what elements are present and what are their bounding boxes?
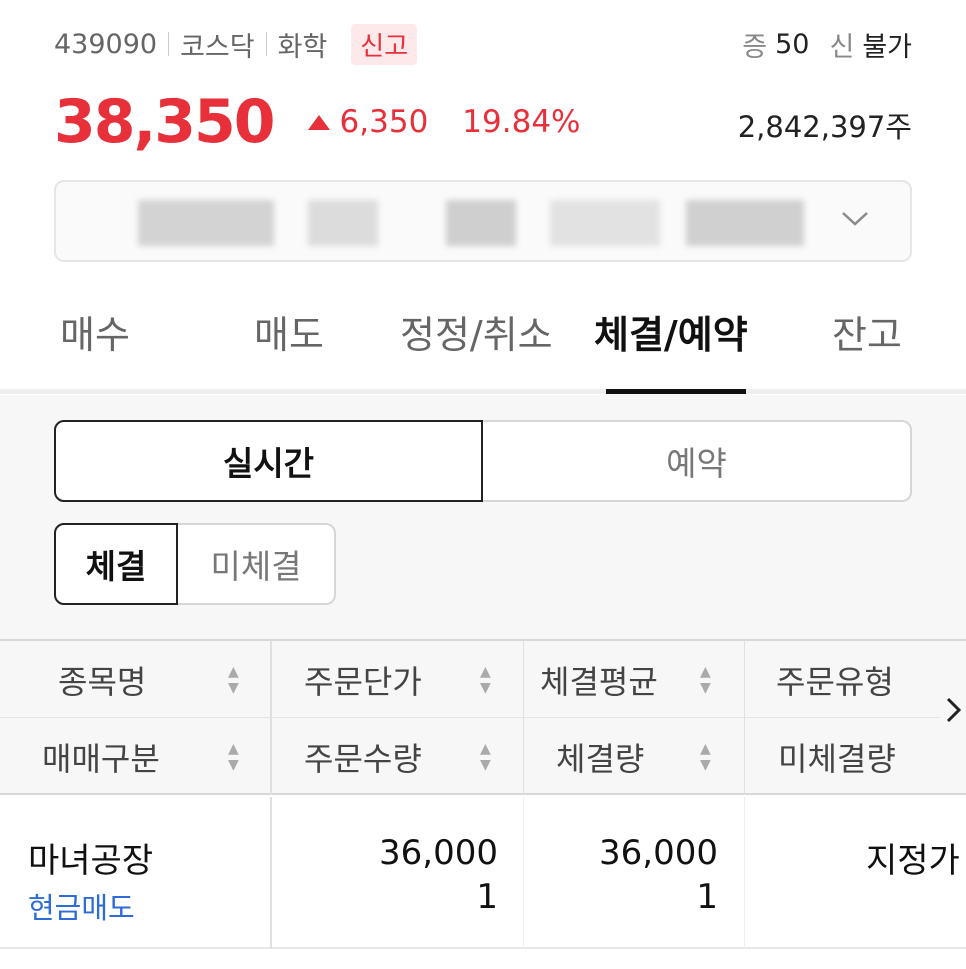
sort-icon[interactable]: ▲ ▼ bbox=[700, 641, 711, 718]
order-tabs: 매수 매도 정정/취소 체결/예약 잔고 bbox=[0, 290, 966, 394]
tab-balance[interactable]: 잔고 bbox=[832, 304, 902, 359]
fill-toggle: 체결 미체결 bbox=[54, 523, 336, 605]
col-unfilled-qty: 미체결량 bbox=[778, 739, 896, 778]
sort-icon[interactable]: ▲ ▼ bbox=[228, 641, 239, 718]
sort-icon[interactable]: ▲ ▼ bbox=[228, 718, 239, 795]
cell-order-price: 36,000 bbox=[379, 833, 498, 873]
credit-value: 불가 bbox=[862, 31, 912, 63]
col-fill-qty[interactable]: 체결량 bbox=[556, 718, 644, 795]
blurred-account-text bbox=[138, 200, 274, 246]
sector-name: 화학 bbox=[277, 31, 328, 63]
cell-order-qty: 1 bbox=[476, 877, 498, 917]
up-triangle-icon bbox=[307, 114, 330, 130]
table-row[interactable]: 마녀공장 현금매도 36,000 1 36,000 1 지정가 bbox=[0, 797, 966, 949]
chevron-down-icon[interactable] bbox=[840, 206, 870, 236]
col-order-price[interactable]: 주문단가 bbox=[304, 641, 422, 718]
cell-fill-qty: 1 bbox=[696, 877, 718, 917]
mode-toggle: 실시간 예약 bbox=[54, 420, 912, 502]
tab-modify-cancel[interactable]: 정정/취소 bbox=[400, 304, 553, 359]
price-change: 6,350 bbox=[307, 104, 429, 140]
cell-order-type: 지정가 bbox=[866, 841, 960, 881]
market-name: 코스닥 bbox=[180, 31, 255, 63]
sort-icon[interactable]: ▲ ▼ bbox=[480, 641, 491, 718]
col-order-qty[interactable]: 주문수량 bbox=[304, 718, 422, 795]
sort-icon[interactable]: ▲ ▼ bbox=[480, 718, 491, 795]
column-divider bbox=[523, 641, 524, 795]
blurred-account-text bbox=[686, 200, 804, 246]
divider bbox=[168, 32, 170, 56]
blurred-account-text bbox=[550, 200, 660, 246]
column-divider bbox=[744, 797, 745, 949]
table-header: 종목명 ▲ ▼ 주문단가 ▲ ▼ 체결평균 ▲ ▼ 주문유형 매매구분 ▲ ▼ 주문수량… bbox=[0, 639, 966, 795]
column-divider bbox=[270, 797, 272, 949]
trade-volume: 2,842,397주 bbox=[737, 110, 912, 144]
column-divider bbox=[523, 797, 524, 949]
column-divider bbox=[270, 641, 272, 795]
unfilled-button[interactable]: 미체결 bbox=[178, 523, 336, 605]
stock-code: 439090 bbox=[54, 28, 158, 60]
blurred-account-text bbox=[308, 200, 378, 246]
change-percent: 19.84% bbox=[462, 104, 581, 140]
filled-button[interactable]: 체결 bbox=[54, 523, 178, 605]
col-trade-type[interactable]: 매매구분 bbox=[42, 718, 160, 795]
active-tab-indicator bbox=[606, 389, 746, 394]
column-divider bbox=[744, 641, 745, 795]
realtime-button[interactable]: 실시간 bbox=[54, 420, 483, 502]
stock-info: 439090 코스닥 화학 신고 bbox=[54, 22, 418, 66]
reserve-button[interactable]: 예약 bbox=[483, 420, 912, 502]
margin-info: 증 50 신 불가 bbox=[742, 22, 912, 66]
chevron-right-icon[interactable] bbox=[944, 695, 964, 733]
change-value: 6,350 bbox=[339, 104, 429, 140]
cell-avg-fill: 36,000 bbox=[599, 833, 718, 873]
col-stock-name[interactable]: 종목명 bbox=[58, 641, 146, 718]
margin-label: 증 bbox=[742, 31, 768, 63]
sort-icon[interactable]: ▲ ▼ bbox=[700, 718, 711, 795]
cell-trade-type: 현금매도 bbox=[28, 891, 135, 925]
status-badge: 신고 bbox=[351, 23, 418, 65]
header-row: 종목명 ▲ ▼ 주문단가 ▲ ▼ 체결평균 ▲ ▼ 주문유형 bbox=[0, 641, 940, 718]
divider bbox=[265, 32, 267, 56]
margin-value: 50 bbox=[775, 28, 810, 60]
account-selector[interactable] bbox=[54, 180, 912, 262]
tab-sell[interactable]: 매도 bbox=[254, 304, 324, 359]
blurred-account-text bbox=[446, 200, 516, 246]
tab-fills-reservations[interactable]: 체결/예약 bbox=[594, 304, 748, 359]
tab-buy[interactable]: 매수 bbox=[60, 304, 130, 359]
header-row: 매매구분 ▲ ▼ 주문수량 ▲ ▼ 체결량 ▲ ▼ 미체결량 bbox=[0, 718, 940, 795]
col-order-type: 주문유형 bbox=[776, 662, 894, 701]
credit-label: 신 bbox=[829, 31, 855, 63]
filter-area: 실시간 예약 체결 미체결 bbox=[0, 395, 966, 639]
price-row: 38,350 6,350 19.84% bbox=[54, 84, 581, 160]
col-avg-fill[interactable]: 체결평균 bbox=[540, 641, 658, 718]
cell-stock-name: 마녀공장 bbox=[28, 841, 154, 881]
current-price: 38,350 bbox=[54, 87, 276, 157]
